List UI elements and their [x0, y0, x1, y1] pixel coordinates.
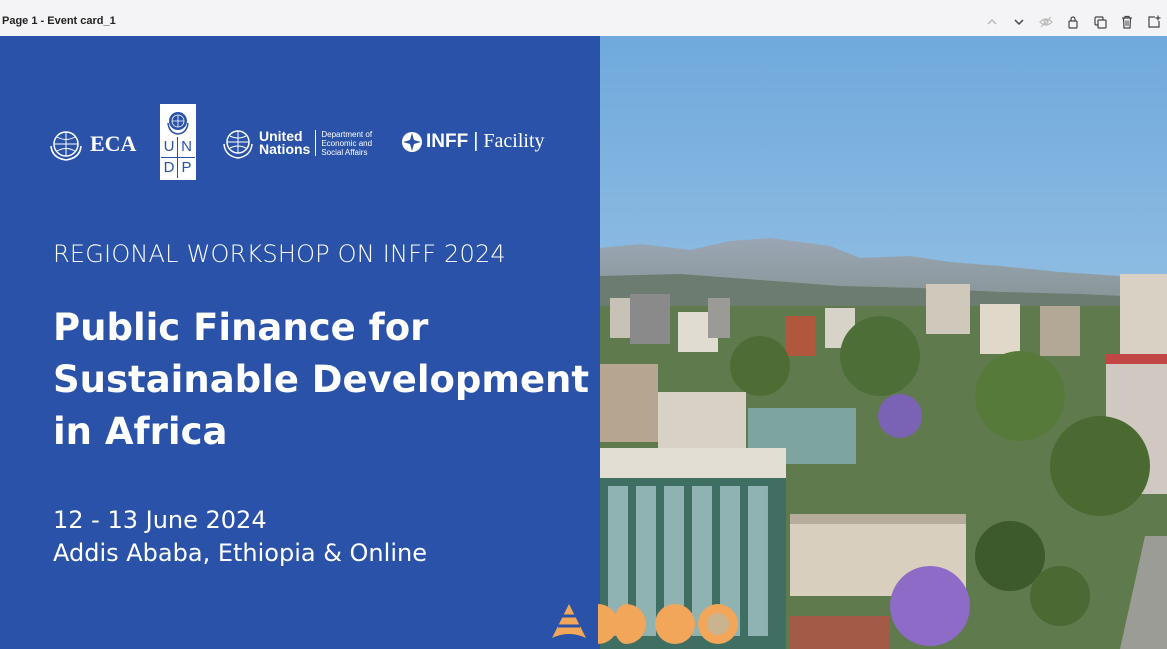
undp-letter-n: N [178, 137, 195, 158]
move-up-button[interactable] [978, 11, 1005, 33]
inff-facility-logo: INFF | Facility [401, 130, 545, 153]
eca-wordmark: ECA [90, 131, 137, 156]
lock-icon [1067, 16, 1078, 29]
inff-star-icon [402, 131, 422, 152]
un-emblem-icon [223, 130, 253, 159]
inff-separator: | [473, 130, 479, 152]
eye-off-icon [1038, 16, 1053, 28]
partner-logos: ECA U N D P United Nations Department of… [48, 104, 568, 184]
event-headline: Public Finance for Sustainable Developme… [53, 302, 593, 458]
facility-wordmark: Facility [483, 130, 545, 152]
delete-page-button[interactable] [1113, 11, 1140, 33]
editor-toolbar: Page 1 - Event card_1 [0, 0, 1167, 36]
desa-line-3: Social Affairs [321, 147, 368, 157]
info-panel: ECA U N D P United Nations Department of… [0, 36, 600, 649]
undp-logo: U N D P [160, 104, 196, 180]
undp-letter-u: U [161, 137, 178, 158]
duplicate-icon [1093, 16, 1107, 29]
un-wordmark: United Nations [259, 129, 311, 157]
desa-line-1: Department of [321, 129, 373, 139]
inff-wordmark: INFF [426, 130, 469, 152]
undp-letter-d: D [161, 158, 178, 178]
desa-line-2: Economic and [321, 138, 373, 148]
un-desa-logo: United Nations Department of Economic an… [220, 126, 372, 160]
addis-ababa-skyline-image [600, 36, 1167, 649]
move-down-button[interactable] [1005, 11, 1032, 33]
decorative-shapes [546, 600, 746, 649]
event-location: Addis Ababa, Ethiopia & Online [53, 539, 427, 567]
eca-logo: ECA [48, 126, 136, 162]
page-tools [978, 11, 1167, 33]
add-page-button[interactable] [1140, 11, 1167, 33]
orange-circle [655, 604, 695, 644]
headline-line-3: in Africa [53, 410, 228, 453]
add-page-icon [1147, 15, 1160, 28]
un-emblem-icon [167, 112, 189, 135]
event-dates: 12 - 13 June 2024 [53, 506, 267, 534]
lock-page-button[interactable] [1059, 11, 1086, 33]
page-title[interactable]: Page 1 - Event card_1 [2, 15, 116, 27]
orange-chevron-shape [552, 604, 586, 638]
undp-letter-p: P [181, 159, 192, 176]
desa-divider [315, 130, 317, 156]
chevron-down-icon [1013, 19, 1024, 26]
headline-line-1: Public Finance for [53, 306, 429, 349]
orange-crescent [614, 604, 646, 644]
city-photo [600, 36, 1167, 649]
hide-page-button[interactable] [1032, 11, 1059, 33]
headline-line-2: Sustainable Development [53, 358, 590, 401]
duplicate-page-button[interactable] [1086, 11, 1113, 33]
un-emblem-icon [50, 131, 82, 161]
event-eyebrow: REGIONAL WORKSHOP ON INFF 2024 [53, 240, 506, 268]
un-line-2: Nations [259, 141, 311, 157]
desa-wordmark: Department of Economic and Social Affair… [321, 130, 372, 157]
trash-icon [1121, 15, 1132, 29]
chevron-up-icon [986, 18, 997, 25]
event-card[interactable]: ECA U N D P United Nations Department of… [0, 36, 1167, 649]
